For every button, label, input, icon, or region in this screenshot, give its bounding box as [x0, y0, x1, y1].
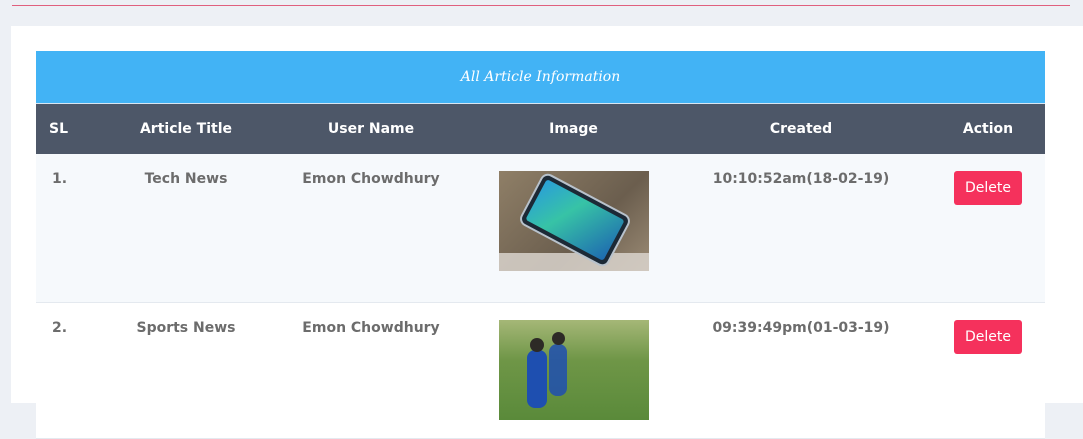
table-header-row: SL Article Title User Name Image Created… [36, 104, 1045, 154]
row-action-cell: Delete [931, 303, 1045, 439]
header-image: Image [549, 121, 598, 137]
row-created: 10:10:52am(18-02-19) [712, 171, 890, 187]
delete-button[interactable]: Delete [954, 320, 1022, 354]
player-head [551, 332, 565, 345]
row-article-title: Tech News [144, 171, 228, 187]
row-article-title: Sports News [136, 320, 236, 336]
row-action-cell: Delete [931, 154, 1045, 303]
table-row: 1. Tech News Emon Chowdhury 10:10:52am(1… [36, 154, 1045, 303]
row-image-cell [476, 154, 671, 303]
row-user-name: Emon Chowdhury [302, 171, 440, 187]
delete-button[interactable]: Delete [954, 171, 1022, 205]
article-table: SL Article Title User Name Image Created… [36, 104, 1045, 439]
header-sl: SL [49, 121, 69, 137]
player-figure [548, 344, 567, 396]
thumbnail-desk [498, 253, 649, 271]
row-sl: 2. [52, 320, 68, 336]
article-table-panel: All Article Information SL Article Title… [36, 51, 1045, 439]
row-sl: 1. [52, 171, 68, 187]
header-user-name: User Name [327, 121, 415, 137]
header-article-title: Article Title [139, 121, 233, 137]
header-action: Action [962, 121, 1014, 137]
header-created: Created [769, 121, 833, 137]
row-created: 09:39:49pm(01-03-19) [712, 320, 890, 336]
panel-title: All Article Information [36, 51, 1045, 104]
top-divider [12, 5, 1070, 6]
table-header: SL Article Title User Name Image Created… [36, 104, 1045, 154]
content-card: All Article Information SL Article Title… [11, 26, 1083, 439]
article-thumbnail-phone [498, 171, 649, 271]
player-head [529, 338, 544, 352]
row-image-cell [476, 303, 671, 439]
article-thumbnail-cricketers [498, 320, 649, 420]
row-user-name: Emon Chowdhury [302, 320, 440, 336]
table-row: 2. Sports News Emon Chowdhury 09:39:49pm… [36, 302, 1045, 439]
player-figure [526, 350, 547, 408]
